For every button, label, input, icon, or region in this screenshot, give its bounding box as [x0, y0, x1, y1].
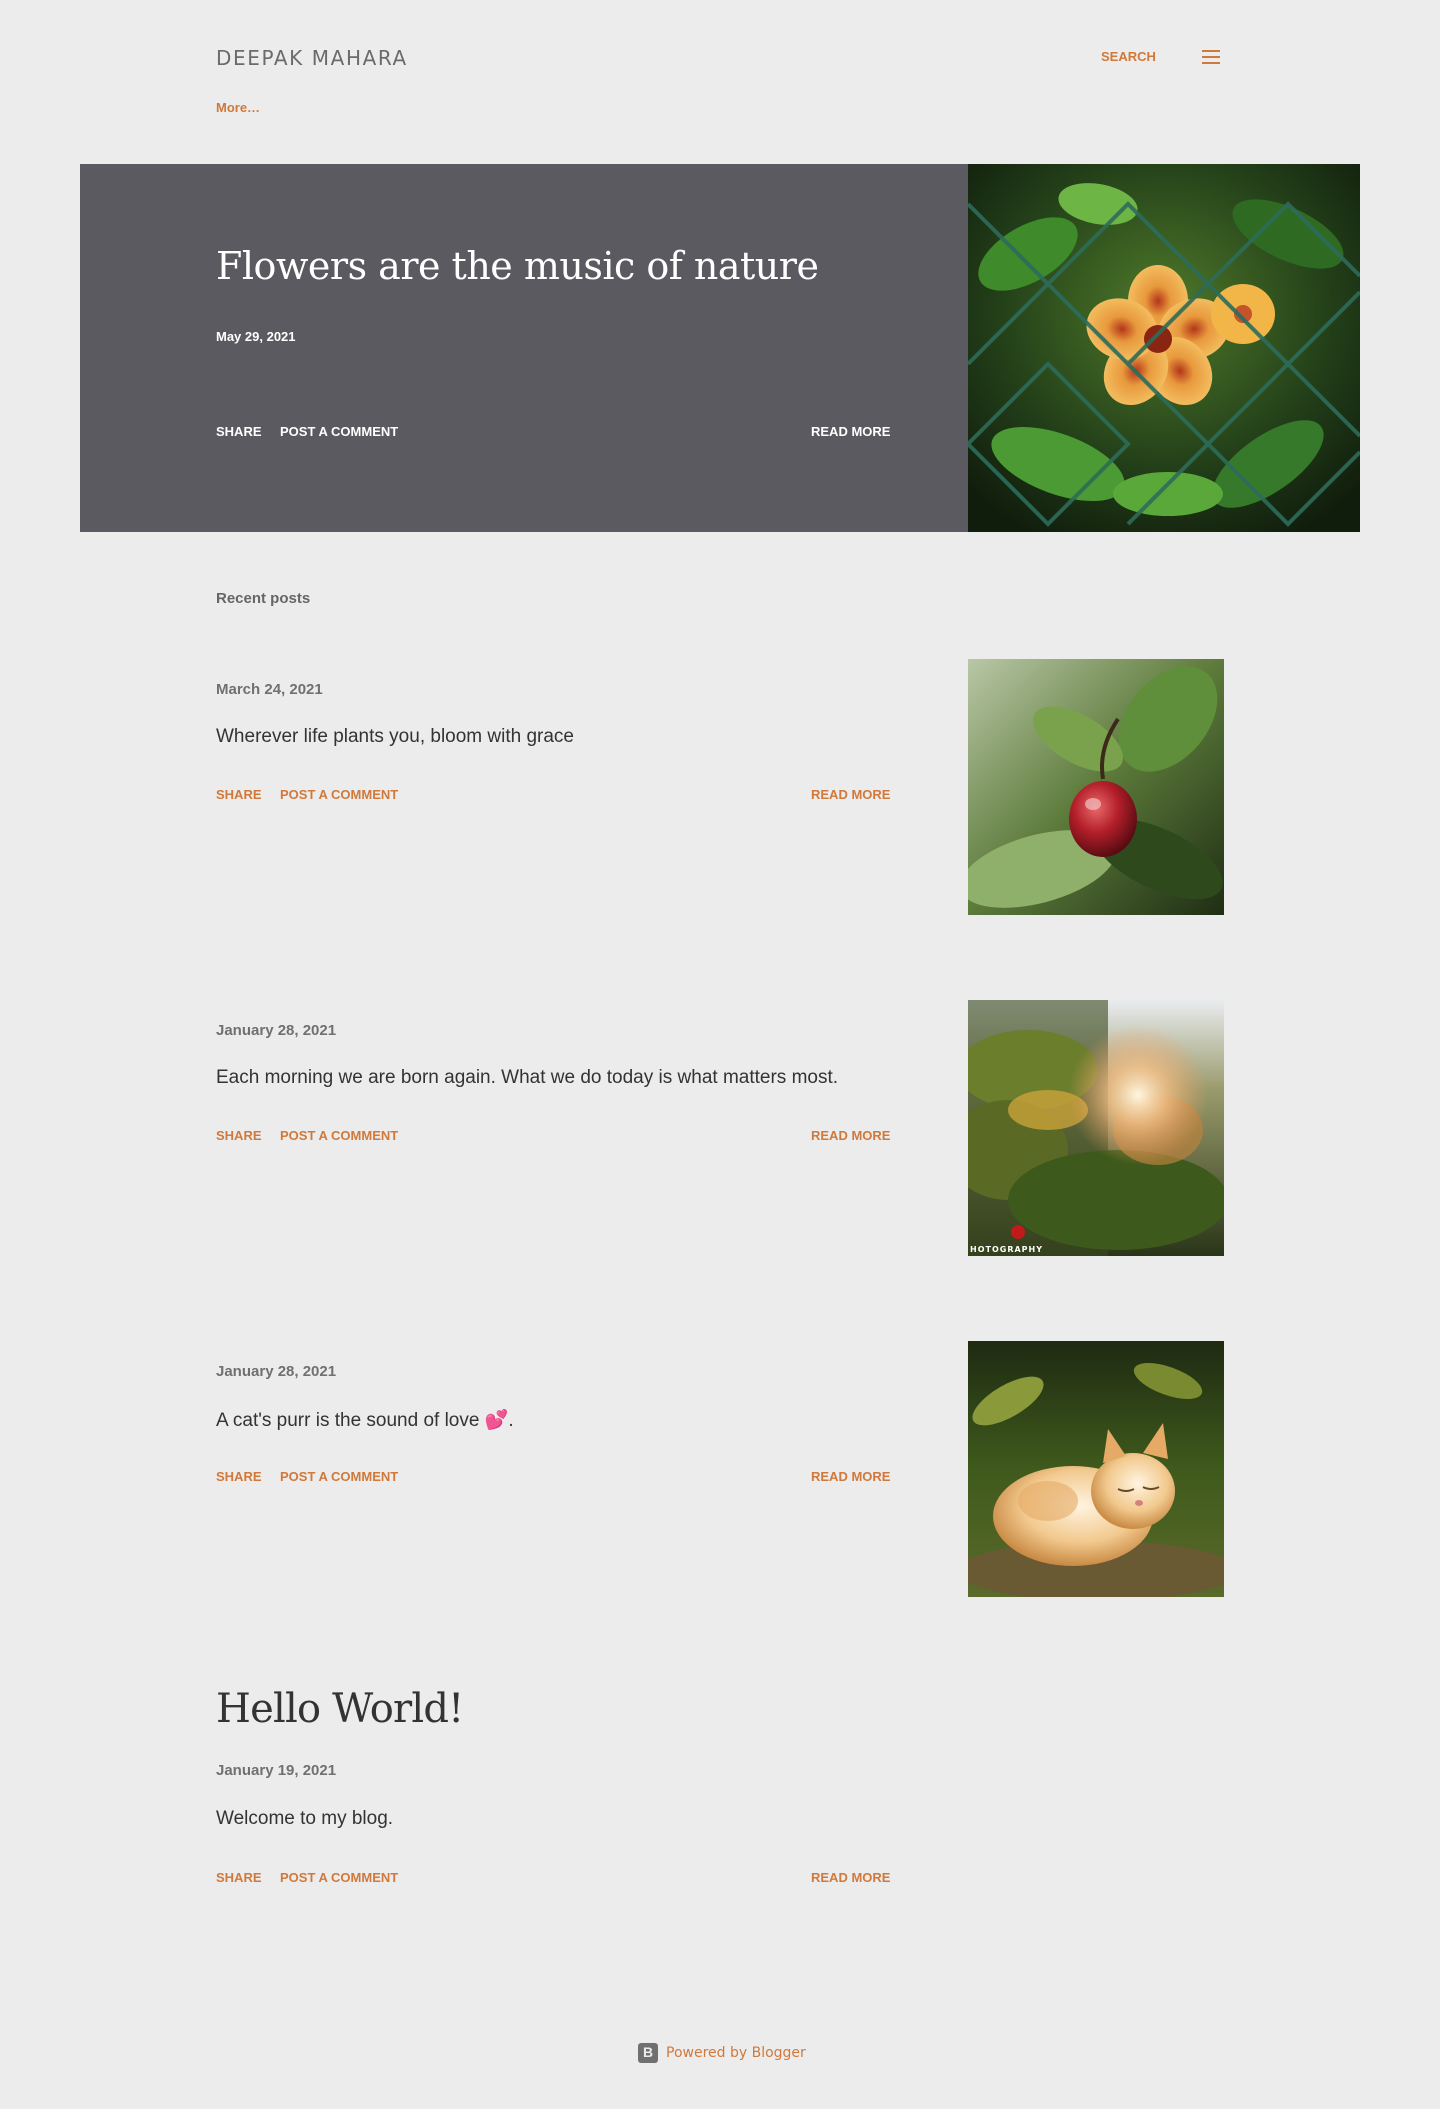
featured-post-actions: SHARE POST A COMMENT READ MORE — [216, 424, 892, 444]
post-item: January 28, 2021 Each morning we are bor… — [216, 1000, 1224, 1256]
featured-post-date: May 29, 2021 — [216, 329, 296, 344]
post-title[interactable]: Wherever life plants you, bloom with gra… — [216, 726, 574, 748]
post-actions: SHARE POST A COMMENT READ MORE — [216, 1128, 892, 1148]
post-item: March 24, 2021 Wherever life plants you,… — [216, 659, 1224, 915]
post-date: January 19, 2021 — [216, 1762, 337, 1779]
read-more-link[interactable]: READ MORE — [811, 1469, 890, 1484]
powered-by-label: Powered by Blogger — [666, 2045, 806, 2061]
post-date: January 28, 2021 — [216, 1363, 337, 1380]
powered-by-blogger-link[interactable]: Powered by Blogger — [638, 2042, 838, 2064]
more-link[interactable]: More… — [216, 100, 260, 115]
site-title[interactable]: DEEPAK MAHARA — [216, 46, 408, 70]
post-title[interactable]: Hello World! — [216, 1686, 464, 1732]
search-link[interactable]: SEARCH — [1101, 49, 1156, 64]
post-thumbnail-cat[interactable] — [968, 1341, 1224, 1597]
post-comment-link[interactable]: POST A COMMENT — [280, 787, 398, 802]
featured-flower-image[interactable] — [968, 164, 1360, 532]
post-title[interactable]: Each morning we are born again. What we … — [216, 1067, 838, 1089]
read-more-link[interactable]: READ MORE — [811, 424, 890, 439]
post-item-hello-world: Hello World! January 19, 2021 Welcome to… — [216, 1680, 1224, 1900]
hamburger-menu-icon[interactable] — [1202, 50, 1220, 64]
post-thumbnail-fruit[interactable] — [968, 659, 1224, 915]
featured-post: Flowers are the music of nature May 29, … — [80, 164, 1360, 532]
post-comment-link[interactable]: POST A COMMENT — [280, 1469, 398, 1484]
post-item: January 28, 2021 A cat's purr is the sou… — [216, 1341, 1224, 1597]
recent-posts-heading: Recent posts — [216, 590, 311, 607]
share-button[interactable]: SHARE — [216, 1128, 262, 1143]
share-button[interactable]: SHARE — [216, 787, 262, 802]
post-date: January 28, 2021 — [216, 1022, 337, 1039]
blog-page: DEEPAK MAHARA SEARCH More… Flowers are t… — [0, 0, 1440, 2109]
post-comment-link[interactable]: POST A COMMENT — [280, 424, 398, 439]
share-button[interactable]: SHARE — [216, 1469, 262, 1484]
post-actions: SHARE POST A COMMENT READ MORE — [216, 1469, 892, 1489]
share-button[interactable]: SHARE — [216, 1870, 262, 1885]
post-comment-link[interactable]: POST A COMMENT — [280, 1870, 398, 1885]
post-snippet: Welcome to my blog. — [216, 1808, 394, 1829]
post-comment-link[interactable]: POST A COMMENT — [280, 1128, 398, 1143]
featured-post-title[interactable]: Flowers are the music of nature — [216, 244, 819, 288]
read-more-link[interactable]: READ MORE — [811, 787, 890, 802]
post-date: March 24, 2021 — [216, 681, 323, 698]
post-title[interactable]: A cat's purr is the sound of love 💕. — [216, 1408, 514, 1432]
blogger-icon — [638, 2043, 658, 2063]
post-actions: SHARE POST A COMMENT READ MORE — [216, 1870, 892, 1890]
read-more-link[interactable]: READ MORE — [811, 1870, 890, 1885]
post-thumbnail-garden[interactable]: HOTOGRAPHY — [968, 1000, 1224, 1256]
share-button[interactable]: SHARE — [216, 424, 262, 439]
header: DEEPAK MAHARA SEARCH — [216, 40, 1224, 80]
post-actions: SHARE POST A COMMENT READ MORE — [216, 787, 892, 807]
image-watermark: HOTOGRAPHY — [970, 1245, 1043, 1254]
read-more-link[interactable]: READ MORE — [811, 1128, 890, 1143]
